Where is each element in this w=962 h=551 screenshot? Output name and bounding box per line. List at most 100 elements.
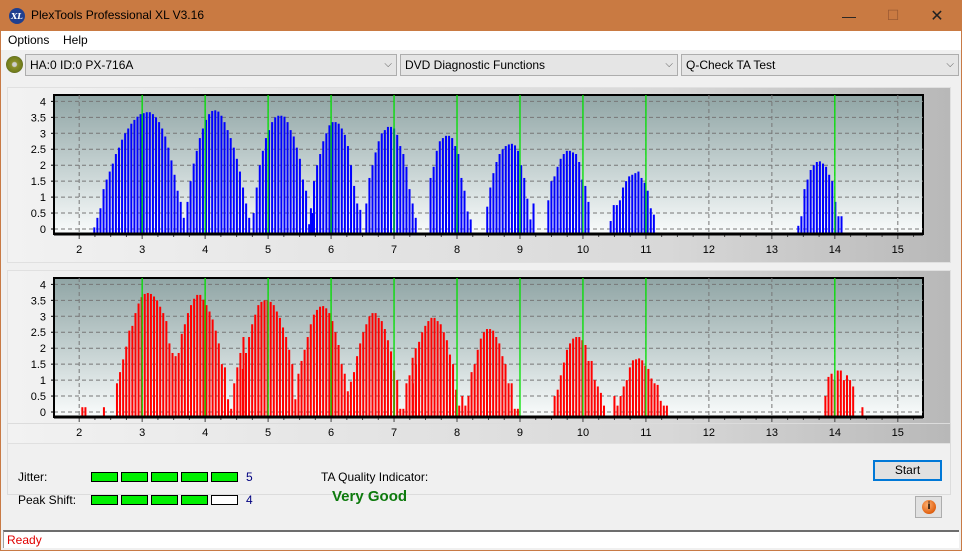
bar [470,372,473,416]
bar [193,298,196,416]
bar [165,321,168,416]
bar [622,187,625,233]
bar [117,147,120,233]
bar [572,338,575,416]
bar [831,181,834,233]
bar [556,166,559,233]
menu-options[interactable]: Options [8,33,49,47]
bar [84,407,87,416]
x-tick-label: 7 [391,244,397,256]
bar [130,123,133,233]
bar [137,303,140,416]
window-title: PlexTools Professional XL V3.16 [31,8,204,22]
bar [461,396,464,416]
xl-logo-icon: XL [9,8,25,24]
bar [340,128,343,233]
bar [142,113,145,233]
test-select[interactable]: Q-Check TA Test ⌵ [681,54,959,76]
bar [575,337,578,416]
bar [245,203,248,233]
bar [248,337,251,416]
y-tick-label: 2 [40,343,46,355]
maximize-button[interactable]: ☐ [870,0,916,31]
bar [386,126,389,233]
y-tick-label: 0 [40,224,46,236]
bar [328,125,331,233]
bar [427,321,430,416]
bar [283,116,286,233]
peak-shift-segment [211,495,238,505]
bar [214,330,217,416]
bar [371,313,374,416]
bar [635,359,638,416]
bar [271,122,274,233]
top-chart: 0 0.5 1 1.5 2 2.5 3 3.5 4 2 3 4 5 6 7 8 9 10 11 12 13 14 15 [31,94,924,256]
bar [812,165,815,233]
bar [553,176,556,233]
bar [264,138,267,233]
bar [230,408,233,416]
bar [235,158,238,233]
bar [568,150,571,233]
bar [289,130,292,233]
bar [550,181,553,233]
info-button[interactable]: i [915,496,942,518]
bar [653,383,656,416]
bar [143,293,146,416]
start-button[interactable]: Start [873,460,942,481]
bar [396,380,399,416]
bar [199,294,202,416]
bar [842,380,845,416]
bar [254,314,257,416]
disc-drive-icon [6,56,23,73]
bar [390,126,393,233]
jitter-segment [151,472,178,482]
bar [201,128,204,233]
bar [806,179,809,233]
bar [436,321,439,416]
bar [173,174,176,233]
drive-select[interactable]: HA:0 ID:0 PX-716A ⌵ [25,54,397,76]
bar [501,356,504,416]
bar [297,373,300,416]
bar [374,152,377,233]
bar [383,130,386,233]
bar [513,408,516,416]
bar [298,158,301,233]
bar [162,313,165,416]
y-tick-label: 1 [40,375,46,387]
bar [255,187,258,233]
bar [309,208,312,233]
menu-help[interactable]: Help [63,33,88,47]
bar [507,144,510,233]
bar [208,114,211,233]
close-button[interactable]: ✕ [914,0,960,31]
bar [368,177,371,233]
bar [825,166,828,233]
bar [638,358,641,416]
bar [377,141,380,233]
bar [438,141,441,233]
ta-quality-label: TA Quality Indicator: [321,470,429,484]
bar [359,209,362,233]
bar [429,177,432,233]
y-tick-label: 3 [40,311,46,323]
bar [167,147,170,233]
bar [616,405,619,416]
bar [316,165,319,233]
bar [303,349,306,416]
bar [186,313,189,416]
bar [572,152,575,233]
bar [584,185,587,233]
bar [195,150,198,233]
y-tick-label: 0 [40,407,46,419]
test-select-value: Q-Check TA Test [686,58,776,72]
bar [442,332,445,416]
bar [498,343,501,416]
bar [510,383,513,416]
bar [174,356,177,416]
minimize-button[interactable]: — [826,0,872,31]
function-select[interactable]: DVD Diagnostic Functions ⌵ [400,54,678,76]
bar [646,190,649,233]
bar [460,177,463,233]
